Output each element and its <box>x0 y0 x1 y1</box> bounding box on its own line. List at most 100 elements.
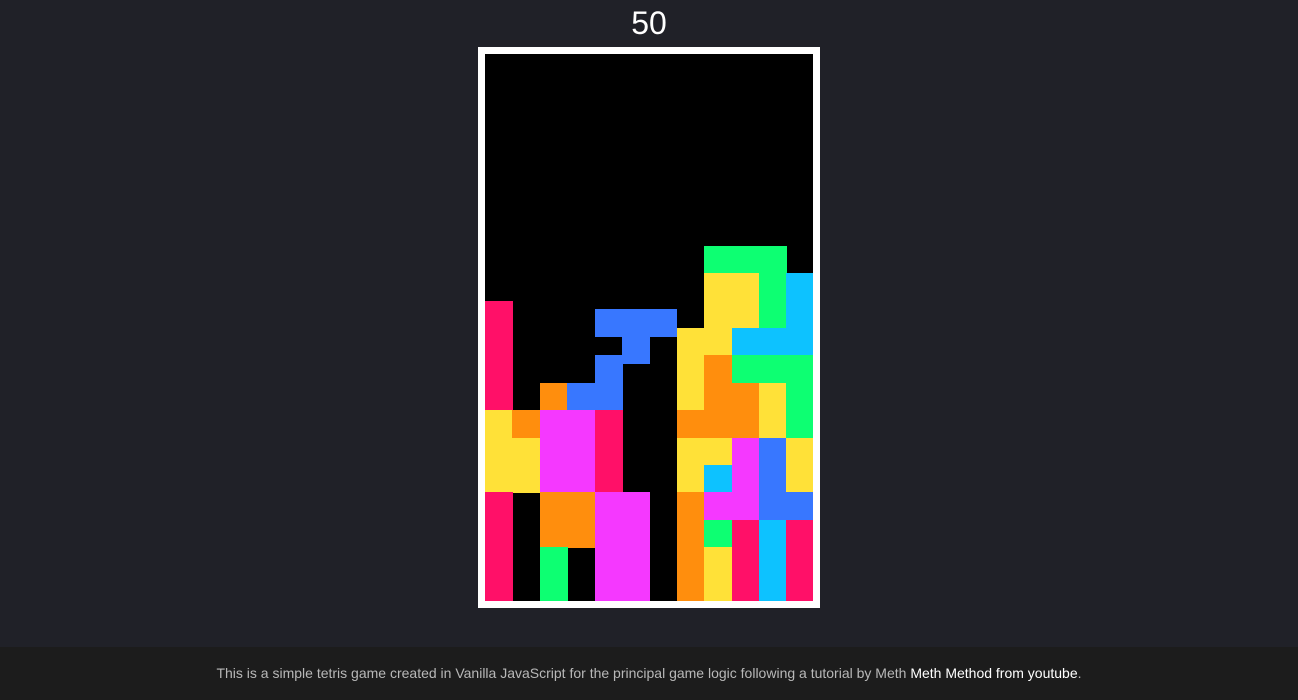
active-piece-block <box>622 308 650 337</box>
active-piece-block <box>622 336 650 364</box>
locked-block <box>567 465 596 493</box>
locked-block <box>786 492 813 521</box>
locked-block <box>676 328 705 356</box>
locked-block <box>759 245 787 274</box>
locked-block <box>539 574 568 601</box>
locked-block <box>539 519 568 548</box>
locked-block <box>786 465 813 493</box>
locked-block <box>704 245 733 274</box>
locked-block <box>731 300 760 329</box>
locked-block <box>786 437 813 466</box>
locked-block <box>759 328 787 356</box>
locked-block <box>786 547 813 576</box>
locked-block <box>485 519 513 548</box>
locked-block <box>512 410 541 439</box>
locked-block <box>539 437 568 466</box>
locked-block <box>704 273 733 302</box>
locked-block <box>731 382 760 411</box>
locked-block <box>676 465 705 493</box>
locked-block <box>567 519 596 548</box>
locked-block <box>594 437 623 466</box>
locked-block <box>704 465 733 493</box>
locked-block <box>676 410 705 439</box>
active-piece-block <box>594 308 623 337</box>
active-piece-block <box>649 308 678 337</box>
locked-block <box>759 465 787 493</box>
locked-block <box>731 245 760 274</box>
locked-block <box>676 492 705 521</box>
locked-block <box>594 355 623 384</box>
locked-block <box>567 437 596 466</box>
locked-block <box>704 355 733 384</box>
locked-block <box>759 355 787 384</box>
locked-block <box>622 547 650 576</box>
locked-block <box>567 410 596 439</box>
locked-block <box>731 519 760 548</box>
score-display: 50 <box>631 5 667 41</box>
locked-block <box>485 410 513 439</box>
locked-block <box>704 382 733 411</box>
locked-block <box>594 492 623 521</box>
locked-block <box>539 492 568 521</box>
locked-block <box>622 519 650 548</box>
locked-block <box>759 382 787 411</box>
locked-block <box>731 547 760 576</box>
footer-suffix: . <box>1077 665 1082 681</box>
locked-block <box>704 519 733 548</box>
locked-block <box>539 382 568 411</box>
locked-block <box>485 300 513 329</box>
locked-block <box>539 410 568 439</box>
locked-block <box>786 328 813 356</box>
footer: This is a simple tetris game created in … <box>0 647 1298 700</box>
locked-block <box>485 382 513 411</box>
footer-text: This is a simple tetris game created in … <box>216 665 911 681</box>
locked-block <box>512 437 541 466</box>
locked-block <box>786 410 813 439</box>
locked-block <box>485 465 513 493</box>
locked-block <box>786 355 813 384</box>
locked-block <box>567 382 596 411</box>
locked-block <box>731 437 760 466</box>
locked-block <box>731 273 760 302</box>
locked-block <box>786 273 813 302</box>
locked-block <box>759 300 787 329</box>
locked-block <box>731 410 760 439</box>
locked-block <box>676 547 705 576</box>
tutorial-link[interactable]: Meth Method from youtube <box>910 665 1077 681</box>
game-board[interactable] <box>485 54 813 601</box>
locked-block <box>567 492 596 521</box>
locked-block <box>704 574 733 601</box>
locked-block <box>786 519 813 548</box>
locked-block <box>704 328 733 356</box>
locked-block <box>594 547 623 576</box>
locked-block <box>485 328 513 356</box>
locked-block <box>485 437 513 466</box>
locked-block <box>594 519 623 548</box>
locked-block <box>786 300 813 329</box>
locked-block <box>485 547 513 576</box>
locked-block <box>731 574 760 601</box>
locked-block <box>704 547 733 576</box>
locked-block <box>704 437 733 466</box>
locked-block <box>731 492 760 521</box>
locked-block <box>759 574 787 601</box>
locked-block <box>622 492 650 521</box>
locked-block <box>485 492 513 521</box>
locked-block <box>594 465 623 493</box>
locked-block <box>594 410 623 439</box>
locked-block <box>676 574 705 601</box>
locked-block <box>731 355 760 384</box>
locked-block <box>676 382 705 411</box>
locked-block <box>786 574 813 601</box>
locked-block <box>512 465 541 493</box>
locked-block <box>622 574 650 601</box>
locked-block <box>676 437 705 466</box>
locked-block <box>594 382 623 411</box>
locked-block <box>539 547 568 576</box>
locked-block <box>759 437 787 466</box>
locked-block <box>759 547 787 576</box>
locked-block <box>676 519 705 548</box>
locked-block <box>704 300 733 329</box>
locked-block <box>786 382 813 411</box>
locked-block <box>759 519 787 548</box>
